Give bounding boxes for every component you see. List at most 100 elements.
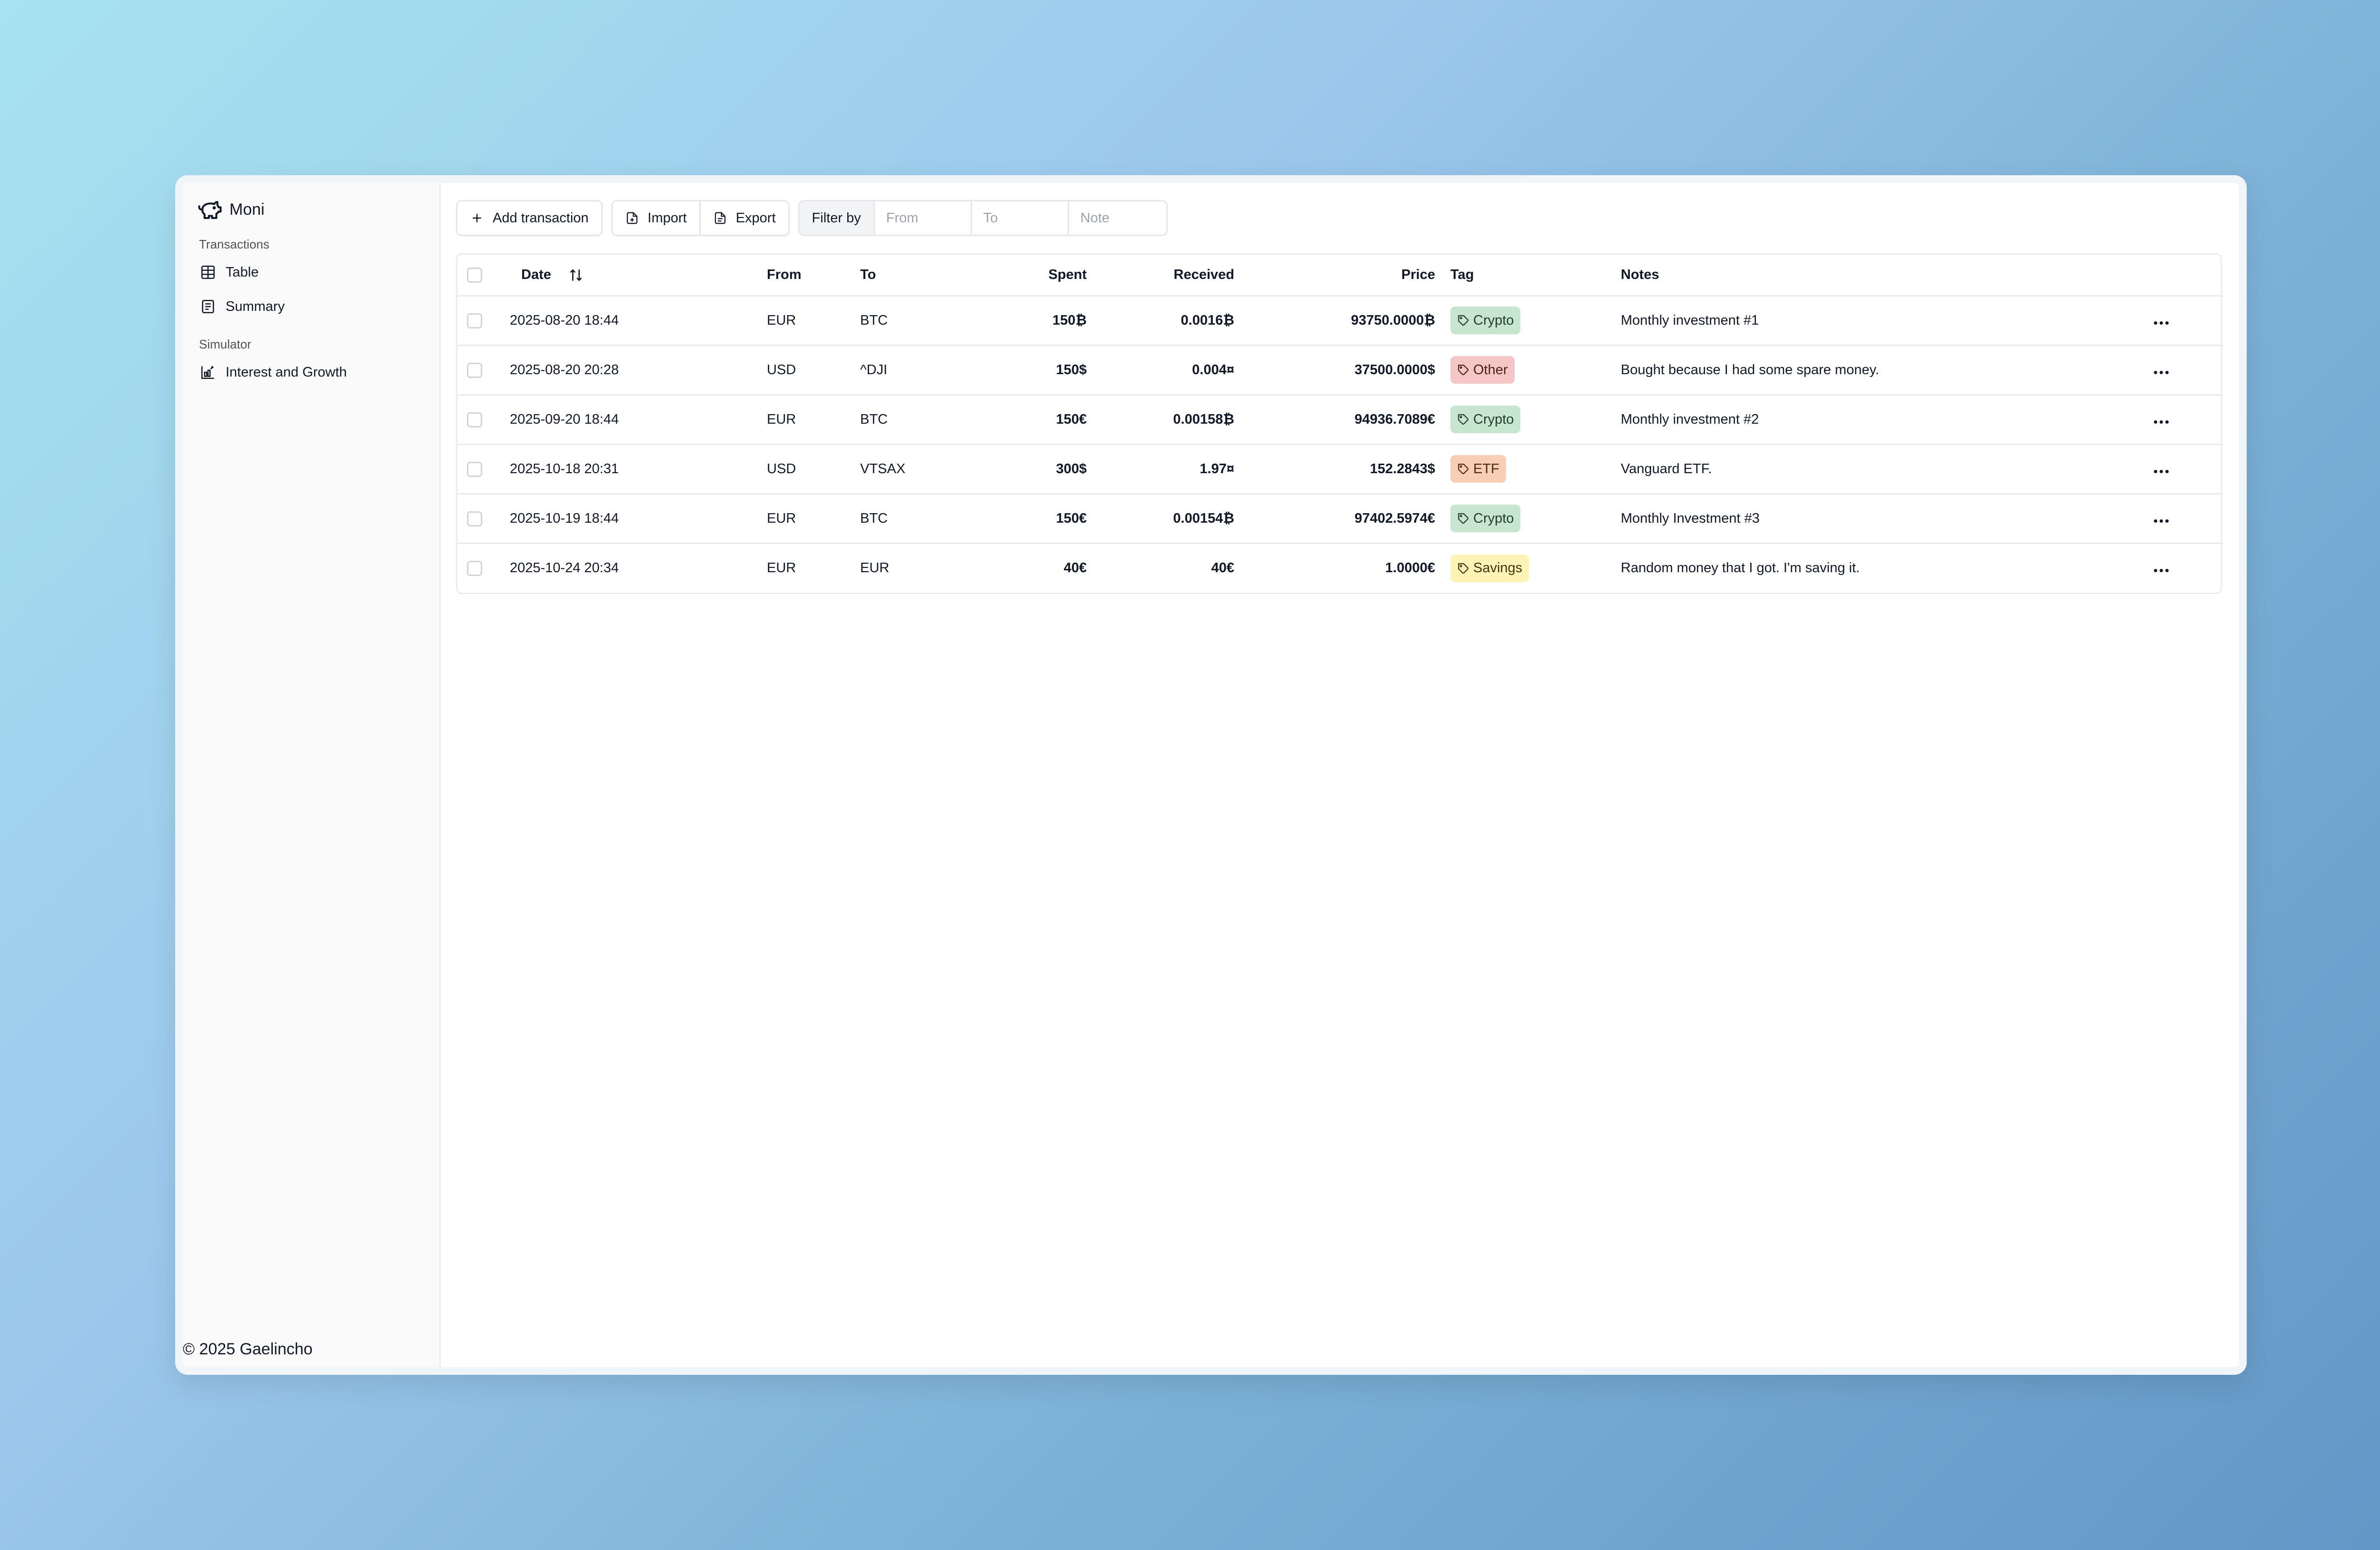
add-transaction-button[interactable]: Add transaction bbox=[456, 200, 603, 236]
tag-badge[interactable]: Crypto bbox=[1450, 505, 1521, 532]
cell-from: USD bbox=[767, 344, 860, 395]
tag-badge[interactable]: Other bbox=[1450, 356, 1515, 384]
tag-badge[interactable]: Crypto bbox=[1450, 406, 1521, 433]
filter-note-input[interactable] bbox=[1069, 201, 1166, 235]
import-button[interactable]: Import bbox=[611, 200, 701, 236]
cell-spent: 300$ bbox=[965, 443, 1087, 494]
file-export-icon bbox=[714, 212, 725, 224]
from-column-header: From bbox=[767, 267, 802, 282]
sidebar-item-label: Interest and Growth bbox=[226, 364, 347, 380]
row-actions-icon[interactable] bbox=[2154, 519, 2169, 523]
tag-icon bbox=[1458, 464, 1468, 474]
cell-received: 0.0016₿ bbox=[1087, 295, 1234, 345]
cell-date: 2025-08-20 20:28 bbox=[509, 344, 767, 395]
row-actions-icon[interactable] bbox=[2154, 321, 2169, 325]
filter-from-input[interactable] bbox=[874, 201, 972, 235]
cell-received: 1.97¤ bbox=[1087, 443, 1234, 494]
cell-notes: Vanguard ETF. bbox=[1621, 443, 2154, 494]
piggy-bank-icon bbox=[198, 201, 222, 219]
table-row[interactable]: 2025-10-24 20:34 EUR EUR 40€ 40€ 1.0000€ Savin… bbox=[457, 542, 2223, 593]
table-row[interactable]: 2025-09-20 18:44 EUR BTC 150€ 0.00158₿ 94936.… bbox=[457, 394, 2223, 444]
cell-notes: Monthly investment #2 bbox=[1621, 394, 2154, 444]
tag-icon bbox=[1458, 563, 1468, 574]
tag-label: Crypto bbox=[1473, 510, 1514, 526]
date-column-header[interactable]: Date bbox=[509, 255, 767, 296]
cell-to: BTC bbox=[860, 295, 965, 345]
table-row[interactable]: 2025-08-20 18:44 EUR BTC 150₿ 0.0016₿ 93750.0… bbox=[457, 295, 2223, 345]
plus-icon bbox=[473, 214, 481, 222]
sidebar-item-summary[interactable]: Summary bbox=[191, 289, 431, 324]
chart-icon bbox=[201, 366, 214, 379]
table-row[interactable]: 2025-10-18 20:31 USD VTSAX 300$ 1.97¤ 152.284… bbox=[457, 443, 2223, 494]
main-content: Add transaction Import Export Filter by bbox=[441, 183, 2239, 1367]
received-column-header: Received bbox=[1173, 267, 1234, 282]
sidebar: Moni Transactions Table Summary Simulato… bbox=[183, 183, 441, 1367]
tag-badge[interactable]: Crypto bbox=[1450, 307, 1521, 334]
row-checkbox[interactable] bbox=[467, 561, 482, 576]
app-name: Moni bbox=[229, 200, 265, 219]
cell-to: ^DJI bbox=[860, 344, 965, 395]
to-column-header: To bbox=[860, 267, 876, 282]
tag-badge[interactable]: ETF bbox=[1450, 455, 1506, 483]
row-actions-icon[interactable] bbox=[2154, 469, 2169, 473]
cell-received: 0.00158₿ bbox=[1087, 394, 1234, 444]
cell-to: VTSAX bbox=[860, 443, 965, 494]
table-row[interactable]: 2025-08-20 20:28 USD ^DJI 150$ 0.004¤ 37500.0… bbox=[457, 344, 2223, 395]
date-header-label: Date bbox=[521, 267, 551, 282]
row-checkbox[interactable] bbox=[467, 362, 482, 378]
brand[interactable]: Moni bbox=[191, 195, 431, 224]
export-button[interactable]: Export bbox=[700, 200, 790, 236]
cell-price: 93750.0000₿ bbox=[1234, 295, 1435, 345]
table-row[interactable]: 2025-10-19 18:44 EUR BTC 150€ 0.00154₿ 97402.… bbox=[457, 493, 2223, 543]
cell-from: EUR bbox=[767, 542, 860, 593]
row-checkbox[interactable] bbox=[467, 412, 482, 427]
cell-price: 94936.7089€ bbox=[1234, 394, 1435, 444]
tag-label: Crypto bbox=[1473, 312, 1514, 328]
toolbar: Add transaction Import Export Filter by bbox=[456, 199, 2224, 237]
cell-to: BTC bbox=[860, 493, 965, 543]
tag-icon bbox=[1458, 414, 1468, 425]
copyright-footer: © 2025 Gaelincho bbox=[183, 1340, 313, 1358]
cell-from: EUR bbox=[767, 394, 860, 444]
cell-spent: 40€ bbox=[965, 542, 1087, 593]
cell-notes: Random money that I got. I'm saving it. bbox=[1621, 542, 2154, 593]
filter-to-input[interactable] bbox=[972, 201, 1069, 235]
sort-icon[interactable] bbox=[568, 268, 584, 283]
price-column-header: Price bbox=[1401, 267, 1435, 282]
cell-spent: 150€ bbox=[965, 493, 1087, 543]
tag-badge[interactable]: Savings bbox=[1450, 554, 1529, 582]
import-export-group: Import Export bbox=[611, 200, 790, 236]
select-all-checkbox[interactable] bbox=[467, 267, 482, 283]
section-label-transactions: Transactions bbox=[199, 237, 269, 251]
cell-from: USD bbox=[767, 443, 860, 494]
cell-notes: Bought because I had some spare money. bbox=[1621, 344, 2154, 395]
row-actions-icon[interactable] bbox=[2154, 569, 2169, 573]
sidebar-item-interest-and-growth[interactable]: Interest and Growth bbox=[191, 355, 431, 389]
cell-to: BTC bbox=[860, 394, 965, 444]
cell-price: 97402.5974€ bbox=[1234, 493, 1435, 543]
cell-received: 0.00154₿ bbox=[1087, 493, 1234, 543]
tag-icon bbox=[1458, 513, 1468, 524]
cell-date: 2025-08-20 18:44 bbox=[509, 295, 767, 345]
row-checkbox[interactable] bbox=[467, 313, 482, 328]
row-checkbox[interactable] bbox=[467, 511, 482, 527]
export-label: Export bbox=[735, 210, 776, 226]
row-actions-icon[interactable] bbox=[2154, 370, 2169, 374]
tag-label: ETF bbox=[1473, 461, 1499, 477]
document-icon bbox=[202, 299, 214, 314]
sidebar-item-table[interactable]: Table bbox=[191, 255, 431, 289]
notes-column-header: Notes bbox=[1621, 267, 1659, 282]
cell-from: EUR bbox=[767, 493, 860, 543]
row-checkbox[interactable] bbox=[467, 461, 482, 477]
cell-spent: 150$ bbox=[965, 344, 1087, 395]
cell-date: 2025-09-20 18:44 bbox=[509, 394, 767, 444]
sidebar-item-label: Table bbox=[226, 264, 259, 280]
cell-received: 0.004¤ bbox=[1087, 344, 1234, 395]
tag-label: Crypto bbox=[1473, 411, 1514, 427]
spent-column-header: Spent bbox=[1048, 267, 1087, 282]
cell-date: 2025-10-18 20:31 bbox=[509, 443, 767, 494]
filter-bar: Filter by bbox=[798, 200, 1168, 236]
cell-price: 152.2843$ bbox=[1234, 443, 1435, 494]
row-actions-icon[interactable] bbox=[2154, 420, 2169, 424]
cell-spent: 150€ bbox=[965, 394, 1087, 444]
